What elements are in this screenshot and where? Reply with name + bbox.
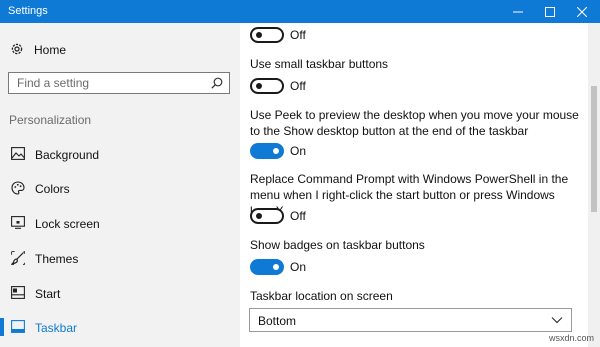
sidebar-item-label: Themes (35, 252, 79, 266)
brush-icon (11, 251, 25, 265)
sidebar: Home Personalization Background Colors L… (0, 23, 240, 347)
section-title: Personalization (9, 113, 92, 127)
selection-indicator (0, 318, 4, 336)
search-icon[interactable] (211, 77, 223, 89)
sidebar-item-taskbar[interactable]: Taskbar (0, 313, 240, 341)
home-label: Home (34, 43, 67, 57)
dropdown-value: Bottom (258, 314, 297, 328)
search-input[interactable] (17, 75, 197, 91)
sidebar-item-start[interactable]: Start (0, 279, 240, 307)
lock-screen-icon (11, 216, 25, 229)
window-title: Settings (8, 5, 48, 17)
watermark: wsxdn.com (549, 333, 595, 343)
chevron-down-icon (551, 317, 563, 324)
picture-icon (11, 147, 25, 160)
toggle-state: On (290, 144, 307, 158)
maximize-icon (545, 7, 555, 17)
sidebar-item-label: Start (35, 287, 61, 301)
palette-icon (11, 181, 25, 195)
toggle-switch[interactable] (250, 78, 284, 94)
settings-content: Off Use small taskbar buttons Off Use Pe… (240, 23, 585, 347)
title-bar: Settings (0, 0, 600, 23)
scrollbar[interactable] (588, 23, 600, 347)
minimize-button[interactable] (503, 0, 533, 23)
sidebar-item-label: Taskbar (35, 321, 78, 335)
sidebar-item-label: Colors (35, 182, 70, 196)
toggle-switch[interactable] (250, 27, 284, 43)
small-buttons-label: Use small taskbar buttons (250, 57, 389, 71)
toggle-knob (256, 83, 262, 89)
sidebar-item-label: Lock screen (35, 217, 100, 231)
toggle-state: On (290, 260, 307, 274)
gear-icon (11, 43, 23, 55)
taskbar-icon (11, 320, 25, 333)
maximize-button[interactable] (535, 0, 565, 23)
toggle-state: Off (290, 79, 306, 93)
taskbar-location-dropdown[interactable]: Bottom (249, 308, 572, 332)
peek-label: Use Peek to preview the desktop when you… (250, 108, 579, 138)
badges-label: Show badges on taskbar buttons (250, 238, 425, 252)
close-icon (577, 7, 587, 17)
start-menu-icon (11, 286, 25, 299)
toggle-state: Off (290, 28, 306, 42)
toggle-switch[interactable] (250, 143, 284, 159)
taskbar-location-label: Taskbar location on screen (250, 289, 393, 303)
sidebar-item-label: Background (35, 148, 100, 162)
minimize-icon (513, 11, 523, 13)
toggle-knob (256, 32, 262, 38)
toggle-switch[interactable] (250, 208, 284, 224)
close-button[interactable] (567, 0, 597, 23)
sidebar-item-lock-screen[interactable]: Lock screen (0, 209, 240, 237)
toggle-knob (273, 264, 279, 270)
toggle-knob (256, 213, 262, 219)
sidebar-item-colors[interactable]: Colors (0, 174, 240, 202)
toggle-state: Off (290, 209, 306, 223)
sidebar-item-background[interactable]: Background (0, 140, 240, 168)
toggle-knob (273, 148, 279, 154)
search-box[interactable] (8, 72, 230, 94)
sidebar-item-themes[interactable]: Themes (0, 244, 240, 272)
toggle-switch[interactable] (250, 259, 284, 275)
scrollbar-thumb[interactable] (591, 86, 597, 212)
